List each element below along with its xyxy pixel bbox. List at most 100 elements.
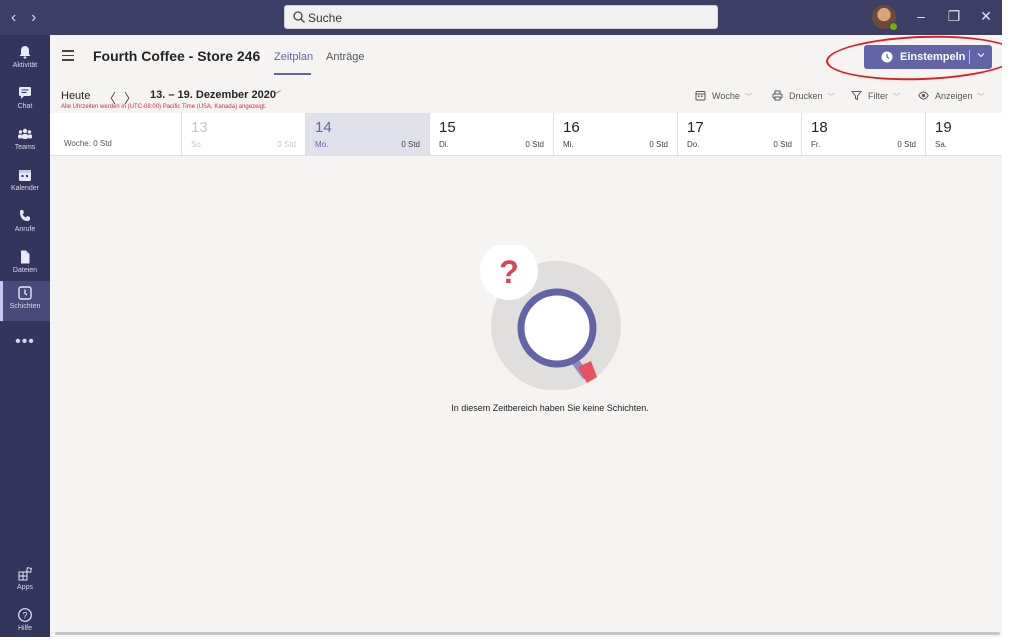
day-hours: 0 Std: [773, 140, 792, 149]
calendar-icon: [19, 170, 31, 181]
chevron-down-icon: ﹀: [893, 94, 900, 101]
eye-icon: [918, 91, 929, 100]
rail-item-apps[interactable]: Apps: [0, 562, 50, 602]
rail-label-files: Dateien: [12, 267, 38, 274]
rail-label-help: Hilfe: [17, 625, 32, 632]
filter-label: Filter: [868, 91, 888, 101]
question-mark: ?: [499, 254, 519, 290]
view-dropdown[interactable]: Anzeigen ﹀: [918, 90, 985, 102]
chevron-down-icon[interactable]: ﹀: [272, 88, 281, 101]
title-bar: ‹ › Suche – ❐ ✕: [0, 0, 1002, 35]
empty-state-message: In diesem Zeitbereich haben Sie keine Sc…: [451, 403, 649, 413]
rail-label-chat: Chat: [17, 103, 33, 110]
rail-label-teams: Teams: [14, 144, 36, 151]
rail-label-apps: Apps: [17, 584, 33, 591]
day-label: Do.: [687, 140, 700, 149]
day-number: 18: [811, 119, 828, 136]
day-cell[interactable]: 17 Do. 0 Std: [677, 113, 801, 156]
horizontal-scrollbar[interactable]: [55, 632, 1000, 635]
day-cell[interactable]: 13 So. 0 Std: [181, 113, 305, 156]
chevron-down-icon: ﹀: [744, 94, 752, 101]
rail-label-calendar: Kalender: [10, 185, 40, 192]
tab-requests[interactable]: Anträge: [326, 51, 365, 63]
today-button[interactable]: Heute: [61, 90, 90, 102]
day-cell[interactable]: 16 Mi. 0 Std: [553, 113, 677, 156]
view-label: Anzeigen: [935, 91, 973, 101]
day-number: 14: [315, 119, 332, 136]
filter-dropdown[interactable]: Filter ﹀: [851, 90, 900, 102]
day-number: 19: [935, 119, 952, 136]
week-summary: Woche: 0 Std: [64, 139, 112, 148]
day-cell[interactable]: 15 Di. 0 Std: [429, 113, 553, 156]
day-label: Mo.: [315, 140, 329, 149]
day-label: Fr.: [811, 140, 821, 149]
phone-icon: [20, 210, 30, 221]
date-range-picker[interactable]: 13. – 19. Dezember 2020: [150, 89, 276, 101]
empty-state-illustration: ?: [480, 245, 621, 390]
day-label: Di.: [439, 140, 449, 149]
day-number: 13: [191, 119, 208, 136]
forward-button[interactable]: ›: [31, 9, 36, 27]
day-header-strip: Woche: 0 Std 13 So. 0 Std 14 Mo. 0 Std 1…: [50, 113, 1002, 156]
back-button[interactable]: ‹: [11, 9, 16, 27]
rail-item-files[interactable]: Dateien: [0, 245, 50, 285]
rail-label-calls: Anrufe: [14, 226, 36, 233]
day-cell[interactable]: 19 Sa.: [925, 113, 1002, 156]
rail-label-activity: Aktivität: [12, 62, 38, 69]
rail-item-calendar[interactable]: Kalender: [0, 163, 50, 203]
file-icon: [21, 250, 30, 264]
bell-icon: [19, 46, 31, 59]
shifts-icon: [18, 286, 32, 300]
search-placeholder: Suche: [308, 11, 343, 25]
restore-button[interactable]: ❐: [944, 8, 964, 25]
more-apps-button[interactable]: •••: [0, 333, 50, 351]
week-view-label: Woche: [712, 91, 740, 101]
active-tab-indicator: [274, 73, 311, 75]
background-strip: [1002, 0, 1024, 637]
minimize-button[interactable]: –: [911, 8, 931, 24]
avatar[interactable]: [872, 5, 898, 31]
filter-icon: [851, 91, 862, 101]
menu-icon[interactable]: [62, 50, 74, 61]
day-hours: 0 Std: [525, 140, 544, 149]
app-rail: Aktivität Chat Teams Kalender Anrufe Dat…: [0, 35, 50, 637]
chat-icon: [19, 87, 31, 99]
rail-item-activity[interactable]: Aktivität: [0, 40, 50, 80]
search-icon: [293, 11, 305, 23]
rail-item-chat[interactable]: Chat: [0, 81, 50, 121]
timezone-note: Alle Uhrzeiten werden in (UTC-08:00) Pac…: [61, 104, 267, 110]
close-button[interactable]: ✕: [976, 8, 996, 25]
chevron-down-icon: ﹀: [977, 94, 985, 101]
teams-icon: [18, 128, 32, 139]
apps-icon: [18, 567, 32, 581]
day-label: Sa.: [935, 140, 948, 149]
week-view-dropdown[interactable]: Woche ﹀: [695, 90, 752, 102]
calendar-icon: [695, 91, 706, 101]
day-label: Mi.: [563, 140, 574, 149]
teams-window: ‹ › Suche – ❐ ✕ Aktivität Chat Teams Kal…: [0, 0, 1019, 637]
day-hours: 0 Std: [649, 140, 668, 149]
day-number: 16: [563, 119, 580, 136]
print-label: Drucken: [789, 91, 823, 101]
printer-icon: [772, 90, 783, 101]
tab-schedule[interactable]: Zeitplan: [274, 51, 313, 63]
svg-text:?: ?: [22, 610, 27, 620]
day-hours: 0 Std: [897, 140, 916, 149]
rail-item-teams[interactable]: Teams: [0, 122, 50, 162]
rail-label-shifts: Schichten: [9, 303, 41, 310]
day-number: 17: [687, 119, 704, 136]
print-dropdown[interactable]: Drucken ﹀: [772, 90, 835, 102]
presence-available-icon: [889, 22, 898, 31]
rail-item-calls[interactable]: Anrufe: [0, 204, 50, 244]
rail-item-shifts[interactable]: Schichten: [0, 281, 50, 321]
search-input[interactable]: Suche: [284, 5, 718, 29]
day-number: 15: [439, 119, 456, 136]
day-cell[interactable]: 14 Mo. 0 Std: [305, 113, 429, 156]
rail-item-help[interactable]: ? Hilfe: [0, 603, 50, 643]
annotation-circle: [825, 32, 1019, 84]
help-icon: ?: [18, 608, 32, 622]
day-cell[interactable]: 18 Fr. 0 Std: [801, 113, 925, 156]
chevron-down-icon: ﹀: [827, 94, 835, 101]
day-label: So.: [191, 140, 204, 149]
page-title: Fourth Coffee - Store 246: [93, 48, 261, 64]
